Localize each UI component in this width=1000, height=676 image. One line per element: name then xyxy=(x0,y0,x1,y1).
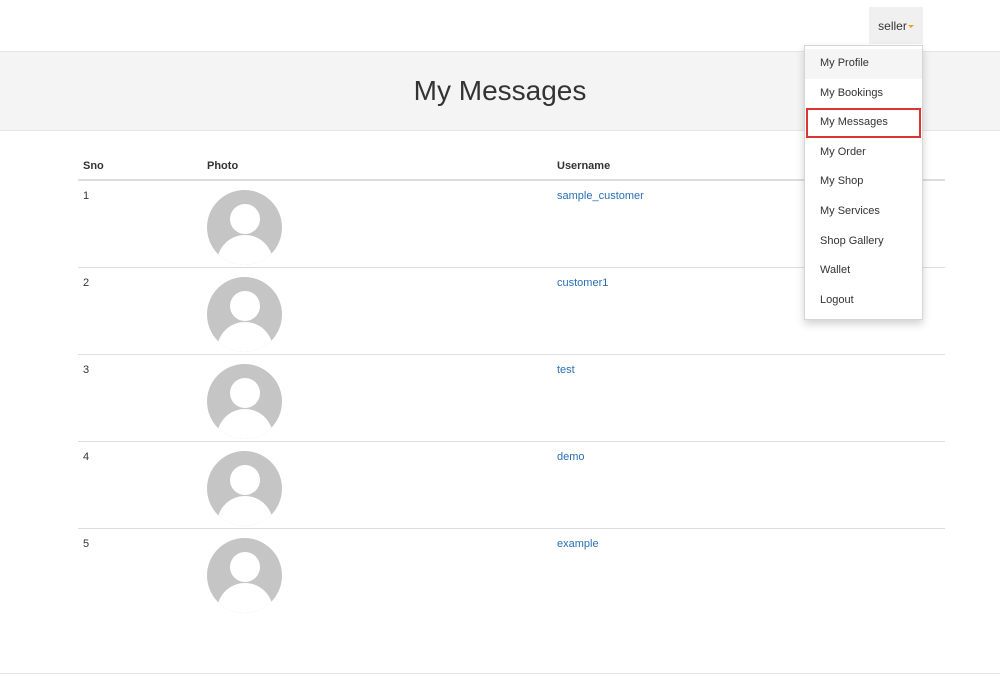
row-sno: 2 xyxy=(78,266,202,354)
default-user-avatar-icon xyxy=(207,190,282,265)
default-user-avatar-icon xyxy=(207,537,282,613)
username-link[interactable]: example xyxy=(557,538,599,550)
menu-item-my-bookings[interactable]: My Bookings xyxy=(805,79,922,109)
username-link[interactable]: test xyxy=(557,364,575,376)
row-username: example xyxy=(552,527,945,615)
menu-item-wallet[interactable]: Wallet xyxy=(805,256,922,286)
default-user-avatar-icon xyxy=(207,276,282,352)
menu-item-my-shop[interactable]: My Shop xyxy=(805,167,922,197)
row-sno: 4 xyxy=(78,440,202,528)
table-row: 3 test xyxy=(78,353,945,441)
menu-item-logout[interactable]: Logout xyxy=(805,286,922,316)
username-link[interactable]: customer1 xyxy=(557,277,608,289)
username-link[interactable]: sample_customer xyxy=(557,190,644,202)
column-header-sno: Sno xyxy=(78,153,202,181)
user-menu-toggle[interactable]: seller xyxy=(869,7,923,44)
row-sno: 1 xyxy=(83,190,90,202)
row-photo xyxy=(202,180,552,267)
username-link[interactable]: demo xyxy=(557,451,585,463)
row-sno: 5 xyxy=(78,527,202,615)
menu-item-my-profile[interactable]: My Profile xyxy=(805,49,922,79)
default-user-avatar-icon xyxy=(207,363,282,439)
menu-item-my-order[interactable]: My Order xyxy=(805,138,922,168)
row-username: demo xyxy=(552,440,945,528)
menu-item-my-services[interactable]: My Services xyxy=(805,197,922,227)
row-sno: 3 xyxy=(78,353,202,441)
caret-down-icon xyxy=(907,25,914,28)
row-username: test xyxy=(552,353,945,441)
table-row: 5 example xyxy=(78,527,945,615)
table-row: 4 demo xyxy=(78,440,945,528)
column-header-photo: Photo xyxy=(202,153,552,181)
user-dropdown-menu: My Profile My Bookings My Messages My Or… xyxy=(804,45,923,320)
row-photo xyxy=(202,527,552,615)
row-photo xyxy=(202,440,552,528)
user-menu-label: seller xyxy=(878,18,907,33)
default-user-avatar-icon xyxy=(207,450,282,526)
row-photo xyxy=(202,353,552,441)
menu-item-shop-gallery[interactable]: Shop Gallery xyxy=(805,227,922,257)
footer-divider xyxy=(0,673,1000,674)
menu-item-my-messages[interactable]: My Messages xyxy=(806,108,921,138)
row-photo xyxy=(202,266,552,354)
